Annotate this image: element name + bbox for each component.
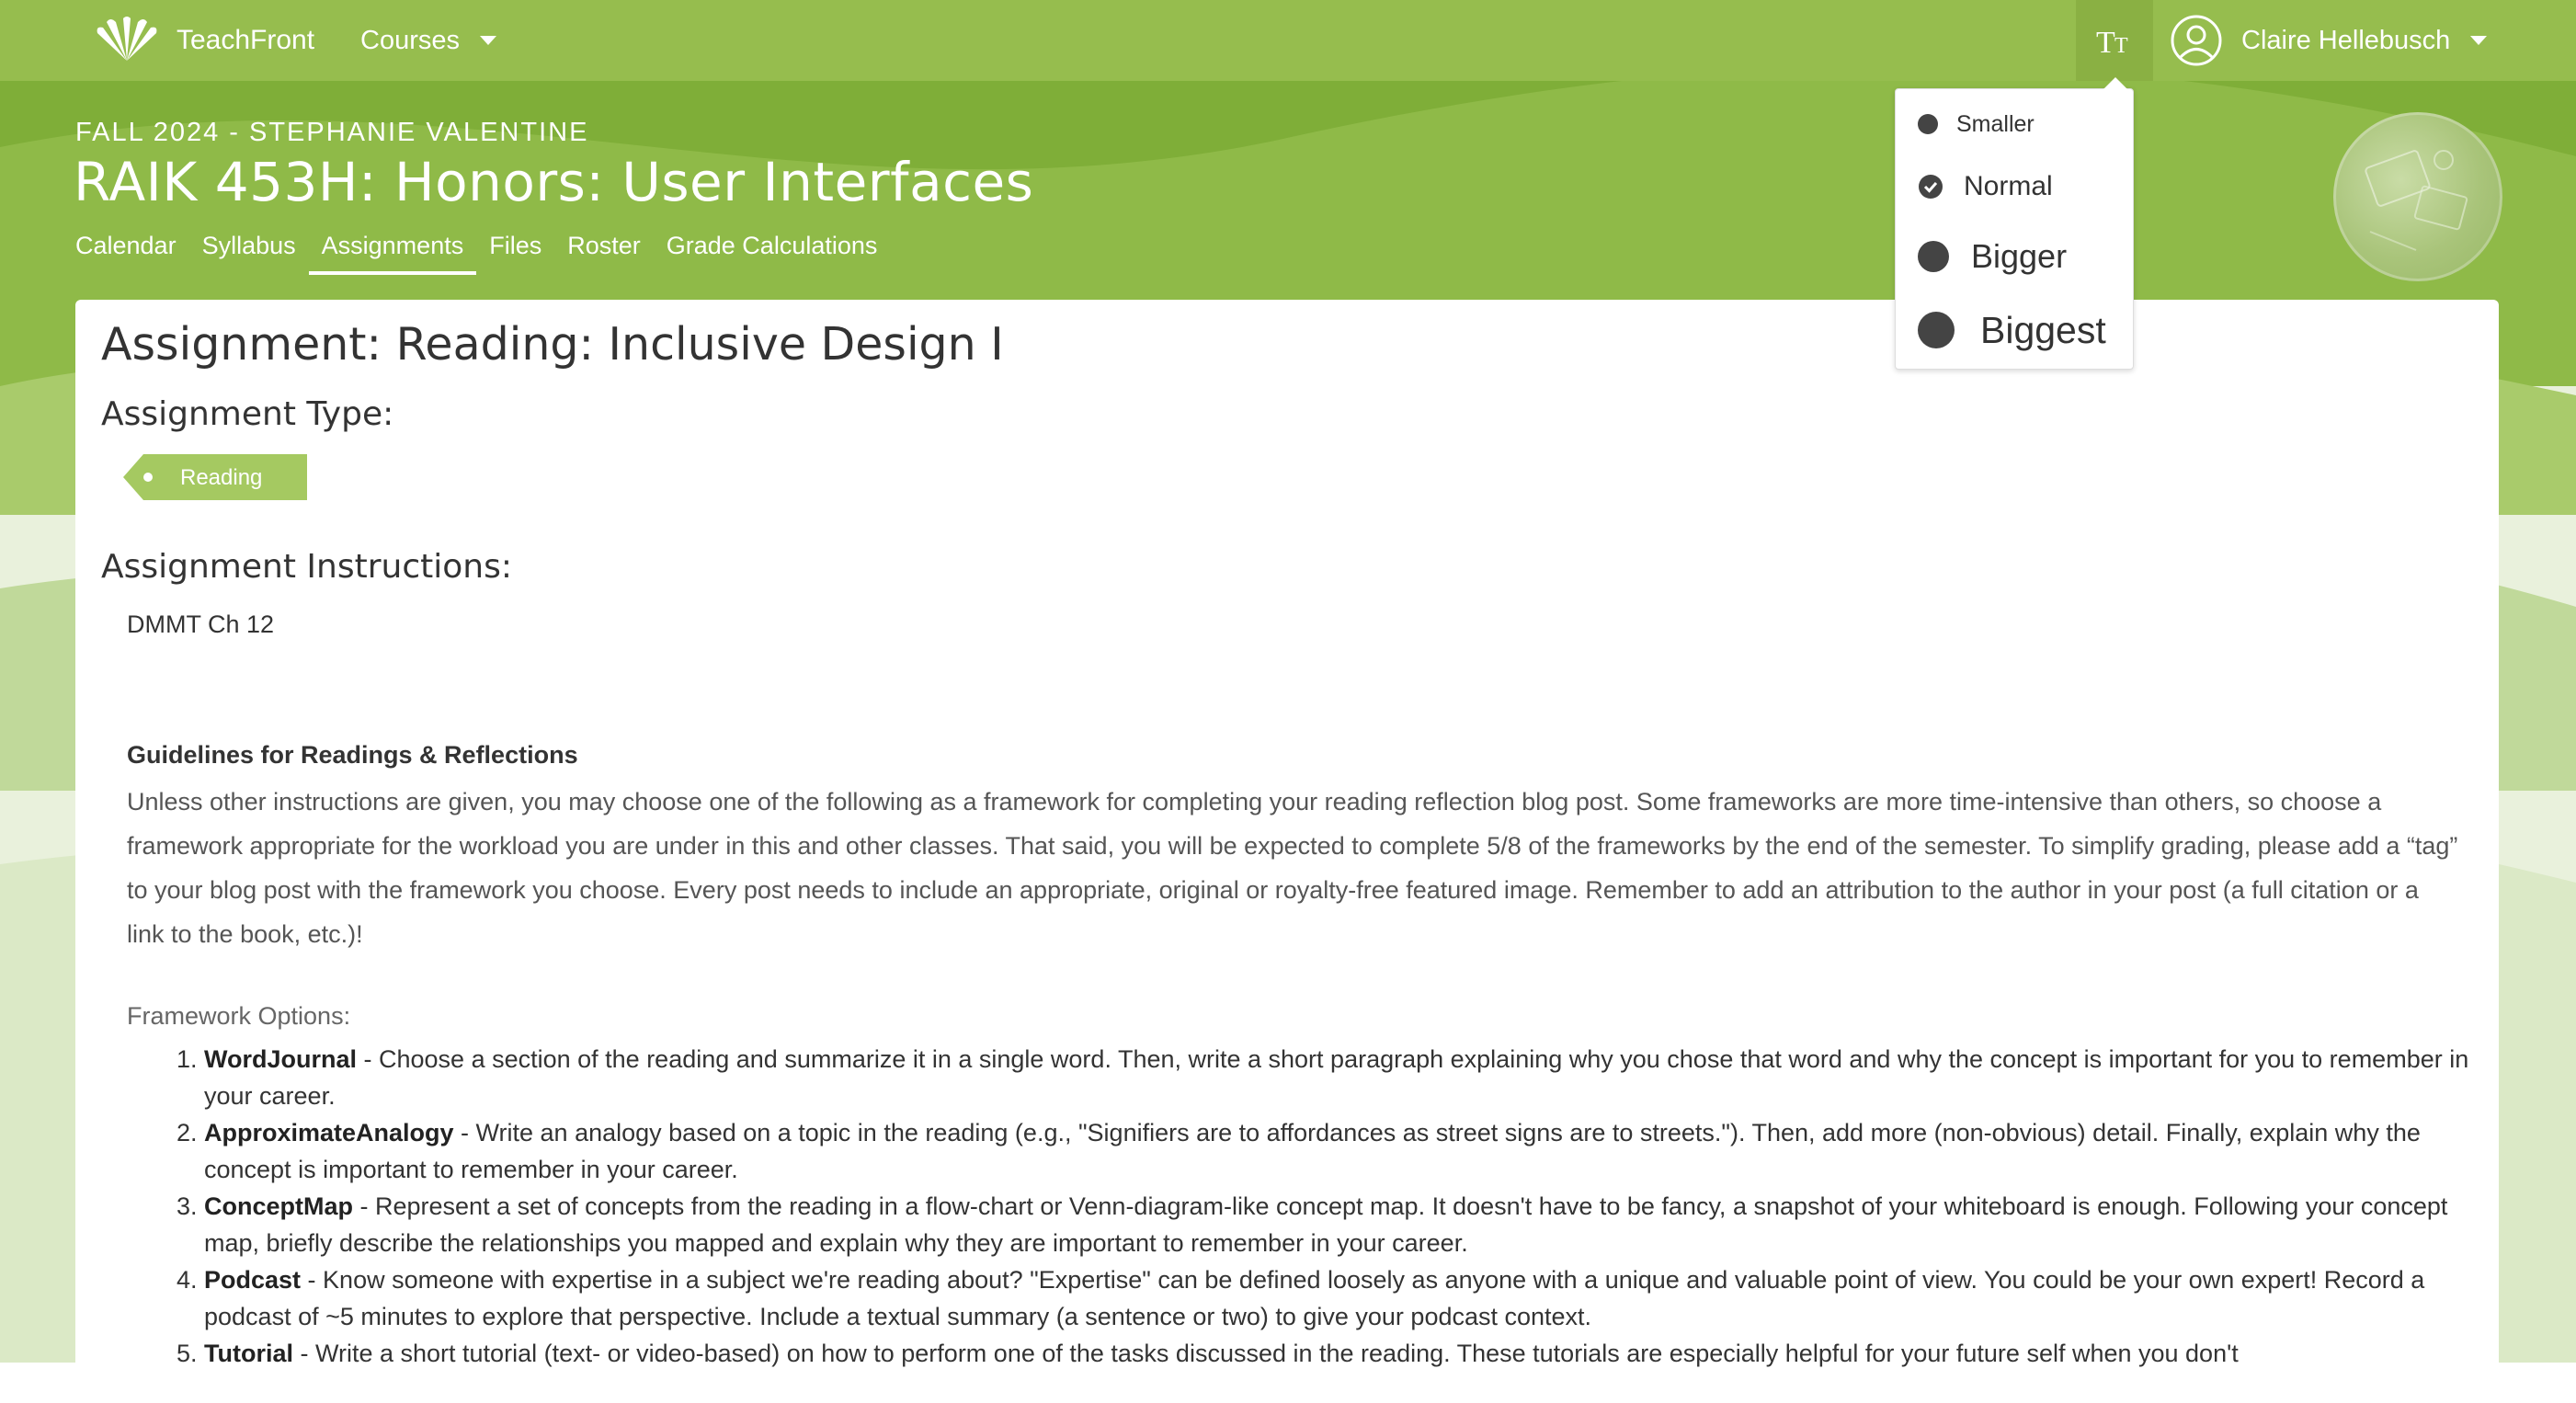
user-circle-icon [2171, 15, 2222, 66]
list-item: ConceptMap - Represent a set of concepts… [204, 1188, 2502, 1261]
tab-syllabus[interactable]: Syllabus [202, 232, 296, 275]
tab-assignments[interactable]: Assignments [308, 232, 477, 275]
user-name: Claire Hellebusch [2241, 25, 2451, 55]
tab-roster[interactable]: Roster [567, 232, 641, 275]
instructions-first-line: DMMT Ch 12 [127, 610, 275, 638]
list-item: WordJournal - Choose a section of the re… [204, 1041, 2502, 1114]
course-title: RAIK 453H: Honors: User Interfaces [74, 151, 1034, 213]
chevron-down-icon [480, 36, 496, 45]
tab-calendar[interactable]: Calendar [75, 232, 177, 275]
top-nav: TeachFront Courses T T Claire Hellebusch [0, 0, 2576, 81]
brand-name: TeachFront [177, 25, 315, 55]
guidelines-title: Guidelines for Readings & Reflections [127, 741, 578, 769]
course-image [2333, 112, 2502, 281]
courses-menu-button[interactable]: Courses [360, 17, 496, 64]
framework-options-label: Framework Options: [127, 1002, 351, 1030]
course-tabs: Calendar Syllabus Assignments Files Rost… [75, 232, 903, 275]
framework-text: - Know someone with expertise in a subje… [204, 1266, 2425, 1330]
check-circle-icon [1919, 175, 1943, 199]
framework-list: WordJournal - Choose a section of the re… [127, 1041, 2502, 1372]
user-menu-button[interactable]: Claire Hellebusch [2170, 11, 2488, 70]
list-item: Podcast - Know someone with expertise in… [204, 1261, 2502, 1335]
framework-name: ApproximateAnalogy [204, 1119, 454, 1146]
framework-name: ConceptMap [204, 1192, 353, 1220]
text-size-icon: T T [2096, 26, 2128, 56]
menu-item-biggest[interactable]: Biggest [1918, 304, 2106, 356]
radio-dot-icon [1918, 241, 1949, 272]
radio-dot-icon [1918, 114, 1938, 134]
assignment-heading: Assignment: Reading: Inclusive Design I [101, 318, 1004, 371]
framework-name: Podcast [204, 1266, 302, 1294]
text-size-button[interactable]: T T [2076, 0, 2153, 81]
framework-text: - Write a short tutorial (text- or video… [293, 1340, 2239, 1367]
menu-item-smaller[interactable]: Smaller [1918, 106, 2035, 143]
tag-label: Reading [180, 465, 263, 490]
dropdown-arrow [2103, 77, 2127, 89]
chevron-down-icon [2470, 36, 2488, 45]
course-term: FALL 2024 - STEPHANIE VALENTINE [75, 118, 589, 147]
framework-name: Tutorial [204, 1340, 293, 1367]
assignment-card: Assignment: Reading: Inclusive Design I … [75, 300, 2499, 1403]
svg-text:T: T [2096, 26, 2115, 56]
list-item: ApproximateAnalogy - Write an analogy ba… [204, 1114, 2502, 1188]
course-image-art [2365, 150, 2468, 251]
framework-text: - Represent a set of concepts from the r… [204, 1192, 2448, 1257]
framework-name: WordJournal [204, 1045, 358, 1073]
text-size-menu: Smaller Normal Bigger Biggest [1895, 88, 2134, 370]
assignment-type-heading: Assignment Type: [101, 395, 394, 433]
menu-item-label: Normal [1964, 171, 2053, 201]
framework-text: - Choose a section of the reading and su… [204, 1045, 2469, 1110]
menu-item-normal[interactable]: Normal [1918, 166, 2053, 207]
instructions-heading: Assignment Instructions: [101, 548, 512, 586]
menu-item-label: Bigger [1971, 237, 2068, 275]
brand-link[interactable]: TeachFront [92, 17, 314, 64]
courses-label: Courses [360, 25, 460, 55]
framework-text: - Write an analogy based on a topic in t… [204, 1119, 2421, 1183]
tab-files[interactable]: Files [489, 232, 541, 275]
guidelines-body: Unless other instructions are given, you… [127, 788, 2458, 948]
list-item: Tutorial - Write a short tutorial (text-… [204, 1335, 2502, 1372]
menu-item-bigger[interactable]: Bigger [1918, 233, 2067, 280]
tab-grade-calculations[interactable]: Grade Calculations [667, 232, 878, 275]
assignment-type-tag[interactable]: Reading [123, 454, 307, 500]
radio-dot-icon [1918, 312, 1955, 348]
menu-item-label: Smaller [1956, 110, 2035, 137]
shell-logo-icon [97, 17, 157, 62]
svg-text:T: T [2114, 34, 2128, 56]
menu-item-label: Biggest [1980, 308, 2106, 351]
